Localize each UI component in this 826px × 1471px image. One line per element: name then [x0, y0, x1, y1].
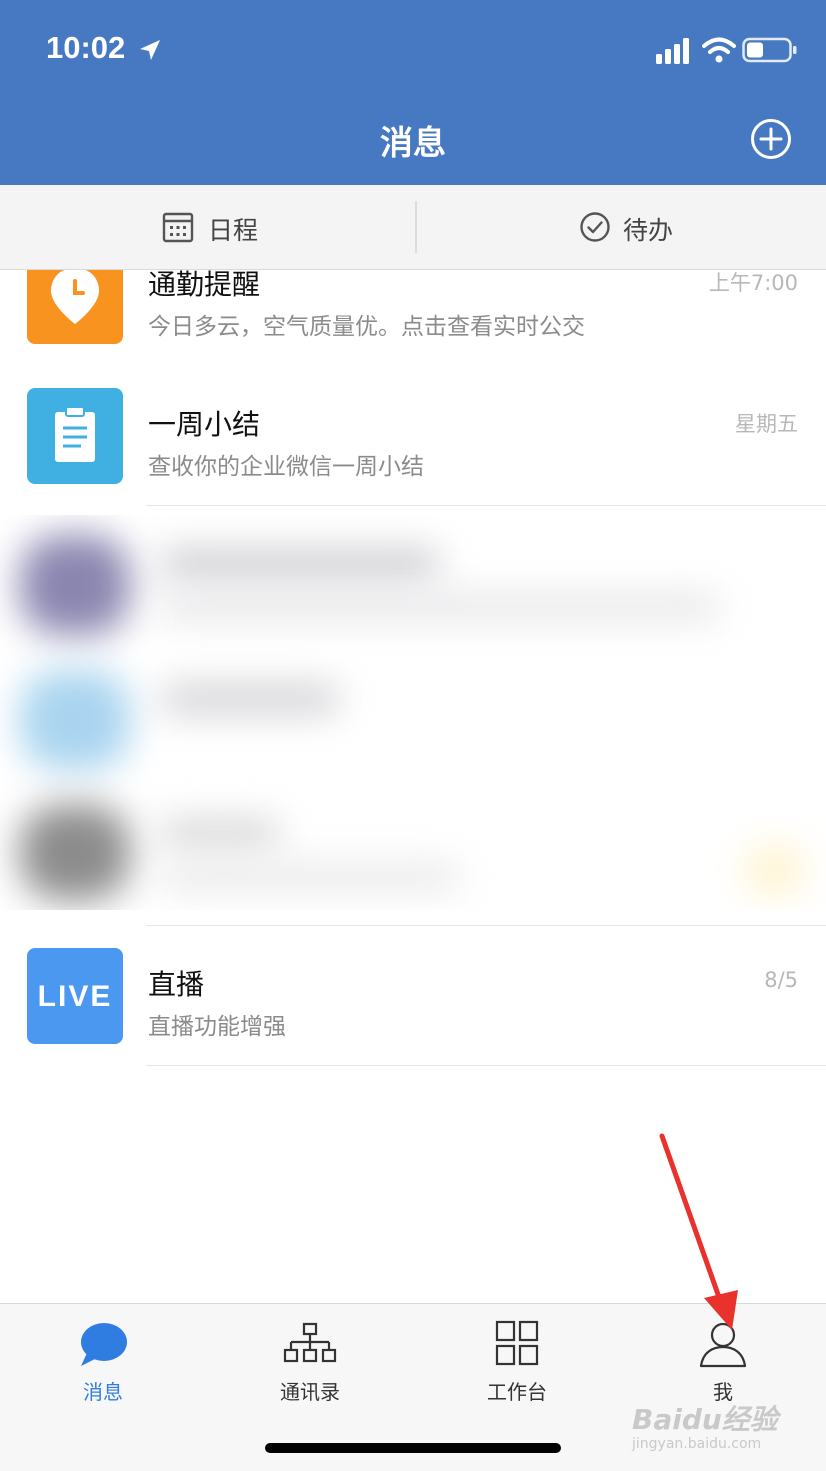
- top-header: 10:02 消息: [0, 0, 826, 185]
- blurred-text: [160, 820, 280, 846]
- watermark-sub: jingyan.baidu.com: [632, 1436, 762, 1452]
- message-title: 一周小结: [148, 408, 261, 441]
- message-title: 直播: [148, 968, 205, 1001]
- schedule-label: 日程: [208, 216, 259, 245]
- blurred-text: [160, 685, 340, 713]
- segment-bar: 日程 待办: [0, 185, 826, 270]
- wifi-icon: [702, 37, 736, 63]
- plus-circle-icon[interactable]: [750, 118, 792, 160]
- chat-bubble-icon: [81, 1323, 127, 1366]
- message-time: 上午7:00: [708, 271, 798, 295]
- org-chart-icon: [283, 1322, 337, 1363]
- watermark-main: Baidu经验: [632, 1403, 778, 1436]
- live-icon-text: LIVE: [37, 980, 113, 1013]
- todo-label: 待办: [623, 216, 674, 245]
- schedule-tab[interactable]: 日程: [0, 185, 412, 269]
- page-title: 消息: [380, 123, 446, 162]
- tab-label: 工作台: [487, 1380, 547, 1404]
- message-row-live[interactable]: LIVE 直播 直播功能增强 8/5: [0, 926, 826, 1066]
- status-time: 10:02: [46, 30, 126, 65]
- grid-icon: [495, 1320, 539, 1366]
- message-preview: 查收你的企业微信一周小结: [148, 454, 424, 480]
- blurred-badge: [745, 845, 805, 895]
- live-icon: LIVE: [27, 948, 123, 1044]
- todo-tab[interactable]: 待办: [414, 185, 826, 269]
- blurred-conversations: [0, 515, 826, 910]
- message-preview: 直播功能增强: [148, 1014, 286, 1040]
- tab-workbench[interactable]: 工作台: [414, 1304, 620, 1414]
- message-time: 8/5: [764, 968, 798, 992]
- baidu-watermark: Baidu经验 jingyan.baidu.com: [632, 1398, 792, 1454]
- blurred-avatar: [20, 670, 130, 770]
- battery-icon: [742, 37, 797, 63]
- message-time: 星期五: [735, 412, 798, 436]
- row-divider: [146, 505, 826, 506]
- calendar-icon: [162, 212, 194, 243]
- tab-contacts[interactable]: 通讯录: [207, 1304, 413, 1414]
- message-row-weekly-summary[interactable]: 一周小结 查收你的企业微信一周小结 星期五: [0, 366, 826, 506]
- home-indicator: [265, 1443, 561, 1453]
- cellular-signal-icon: [656, 38, 689, 64]
- location-arrow-icon: [140, 40, 160, 60]
- annotation-arrow-icon: [659, 1133, 738, 1330]
- tab-label: 通讯录: [280, 1380, 340, 1404]
- tab-label: 消息: [83, 1380, 123, 1404]
- tab-messages[interactable]: 消息: [0, 1304, 206, 1414]
- blurred-text: [160, 550, 440, 578]
- blurred-avatar: [20, 535, 130, 635]
- blurred-text: [160, 865, 460, 889]
- blurred-text: [160, 595, 720, 619]
- row-divider: [146, 1065, 826, 1066]
- clipboard-icon: [27, 388, 123, 484]
- blurred-avatar: [20, 805, 130, 900]
- check-circle-icon: [580, 212, 610, 242]
- message-preview: 今日多云，空气质量优。点击查看实时公交: [148, 314, 585, 340]
